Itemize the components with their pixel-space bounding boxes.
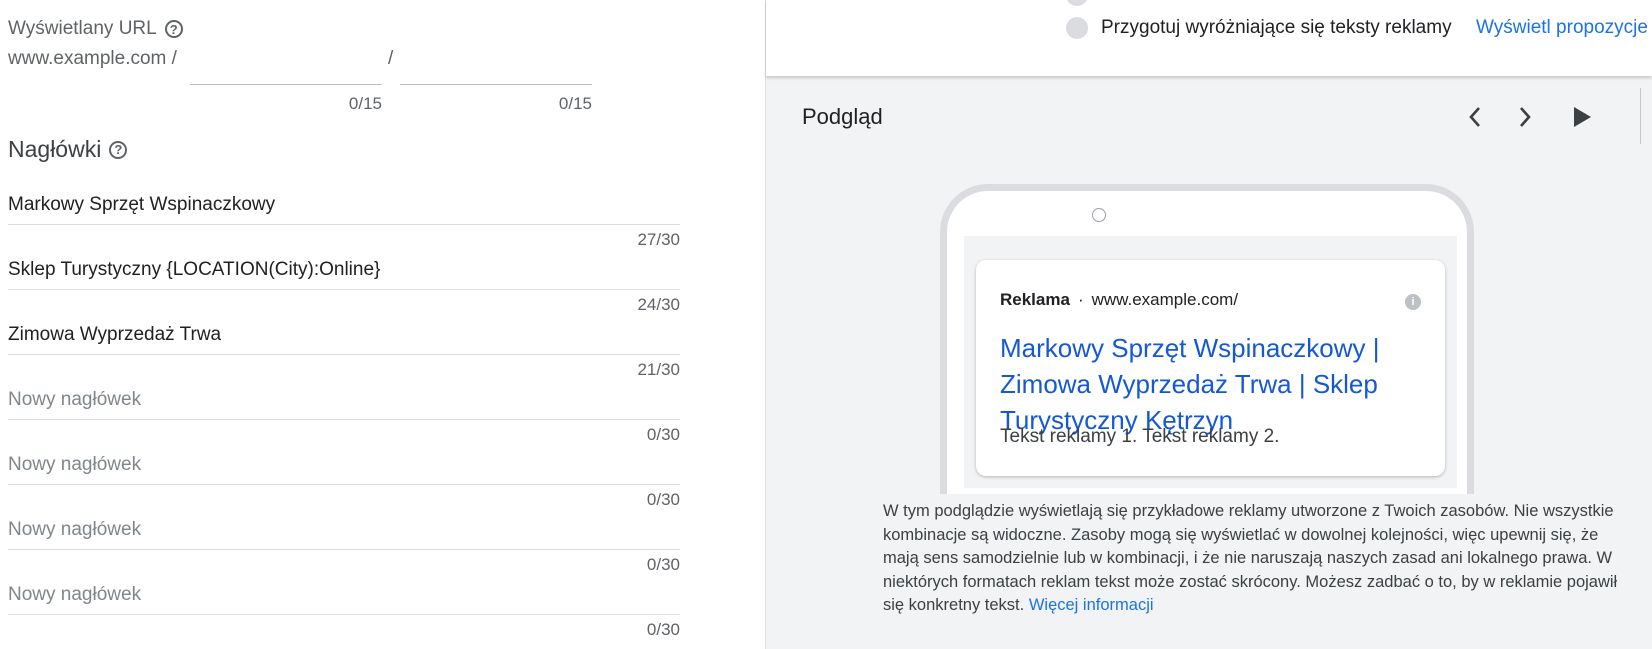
headline-char-count: 27/30 [637,230,680,249]
help-circle-icon[interactable]: ? [109,140,128,159]
phone-camera [1092,208,1106,222]
display-url-separator: / [388,48,394,69]
play-icon[interactable] [1570,104,1594,130]
headline-char-count: 24/30 [637,295,680,314]
headline-input[interactable]: Nowy nagłówek 0/30 [8,513,680,574]
headline-value: Markowy Sprzęt Wspinaczkowy [8,194,276,215]
headline-input[interactable]: Sklep Turystyczny {LOCATION(City):Online… [8,253,680,314]
headlines-title: Nagłówki ? [8,136,128,163]
headline-value: Zimowa Wyprzedaż Trwa [8,324,222,345]
suggestion-radio[interactable] [1066,0,1088,6]
headline-char-count: 21/30 [637,360,680,379]
headline-input[interactable]: Nowy nagłówek 0/30 [8,578,680,639]
headline-input[interactable]: Nowy nagłówek 0/30 [8,383,680,444]
suggestion-radio[interactable] [1066,17,1088,39]
display-url-path1-field[interactable] [190,50,382,85]
display-url-label: Wyświetlany URL ? [8,18,183,40]
ad-editor-panel: Wyświetlany URL ? www.example.com / / 0/… [0,0,766,649]
headline-char-count: 0/30 [646,555,680,574]
display-url-path2-field[interactable] [400,50,592,85]
chevron-right-icon[interactable] [1513,104,1537,130]
suggestion-text: Przygotuj wyróżniające się teksty reklam… [1101,17,1452,38]
ad-meta: Reklama · www.example.com/ [1000,290,1238,310]
info-icon[interactable]: i [1405,294,1421,310]
headline-placeholder: Nowy nagłówek [8,519,142,540]
path2-char-count: 0/15 [558,94,592,113]
headline-placeholder: Nowy nagłówek [8,584,142,605]
suggestions-card: Przygotuj wyróżniające się teksty reklam… [766,0,1652,76]
headline-input[interactable]: Markowy Sprzęt Wspinaczkowy 27/30 [8,188,680,249]
headline-placeholder: Nowy nagłówek [8,389,142,410]
ad-url: www.example.com/ [1091,290,1239,309]
help-circle-icon[interactable]: ? [164,20,183,38]
ad-headline[interactable]: Markowy Sprzęt Wspinaczkowy | Zimowa Wyp… [1000,330,1430,438]
display-url-prefix: www.example.com / [8,48,177,69]
headline-input[interactable]: Nowy nagłówek 0/30 [8,448,680,509]
preview-panel: Przygotuj wyróżniające się teksty reklam… [766,0,1652,649]
phone-screen: Reklama · www.example.com/ i Markowy Spr… [964,236,1457,488]
divider [1640,88,1641,144]
preview-disclaimer: W tym podglądzie wyświetlają się przykła… [883,500,1635,618]
headline-char-count: 0/30 [646,490,680,509]
headline-input[interactable]: Zimowa Wyprzedaż Trwa 21/30 [8,318,680,379]
preview-note-text: W tym podglądzie wyświetlają się przykła… [883,502,1618,614]
preview-title: Podgląd [802,104,883,129]
headline-char-count: 0/30 [646,620,680,639]
ad-preview-card: Reklama · www.example.com/ i Markowy Spr… [976,260,1445,476]
ad-badge: Reklama [1000,290,1070,309]
path1-char-count: 0/15 [348,94,382,113]
headline-value: Sklep Turystyczny {LOCATION(City):Online… [8,259,381,280]
headline-placeholder: Nowy nagłówek [8,454,142,475]
ad-meta-separator: · [1077,290,1084,309]
chevron-left-icon[interactable] [1463,104,1487,130]
more-info-link[interactable]: Więcej informacji [1029,596,1154,614]
ad-description: Tekst reklamy 1. Tekst reklamy 2. [1000,426,1280,447]
headline-char-count: 0/30 [646,425,680,444]
view-suggestions-link[interactable]: Wyświetl propozycje [1476,17,1648,39]
